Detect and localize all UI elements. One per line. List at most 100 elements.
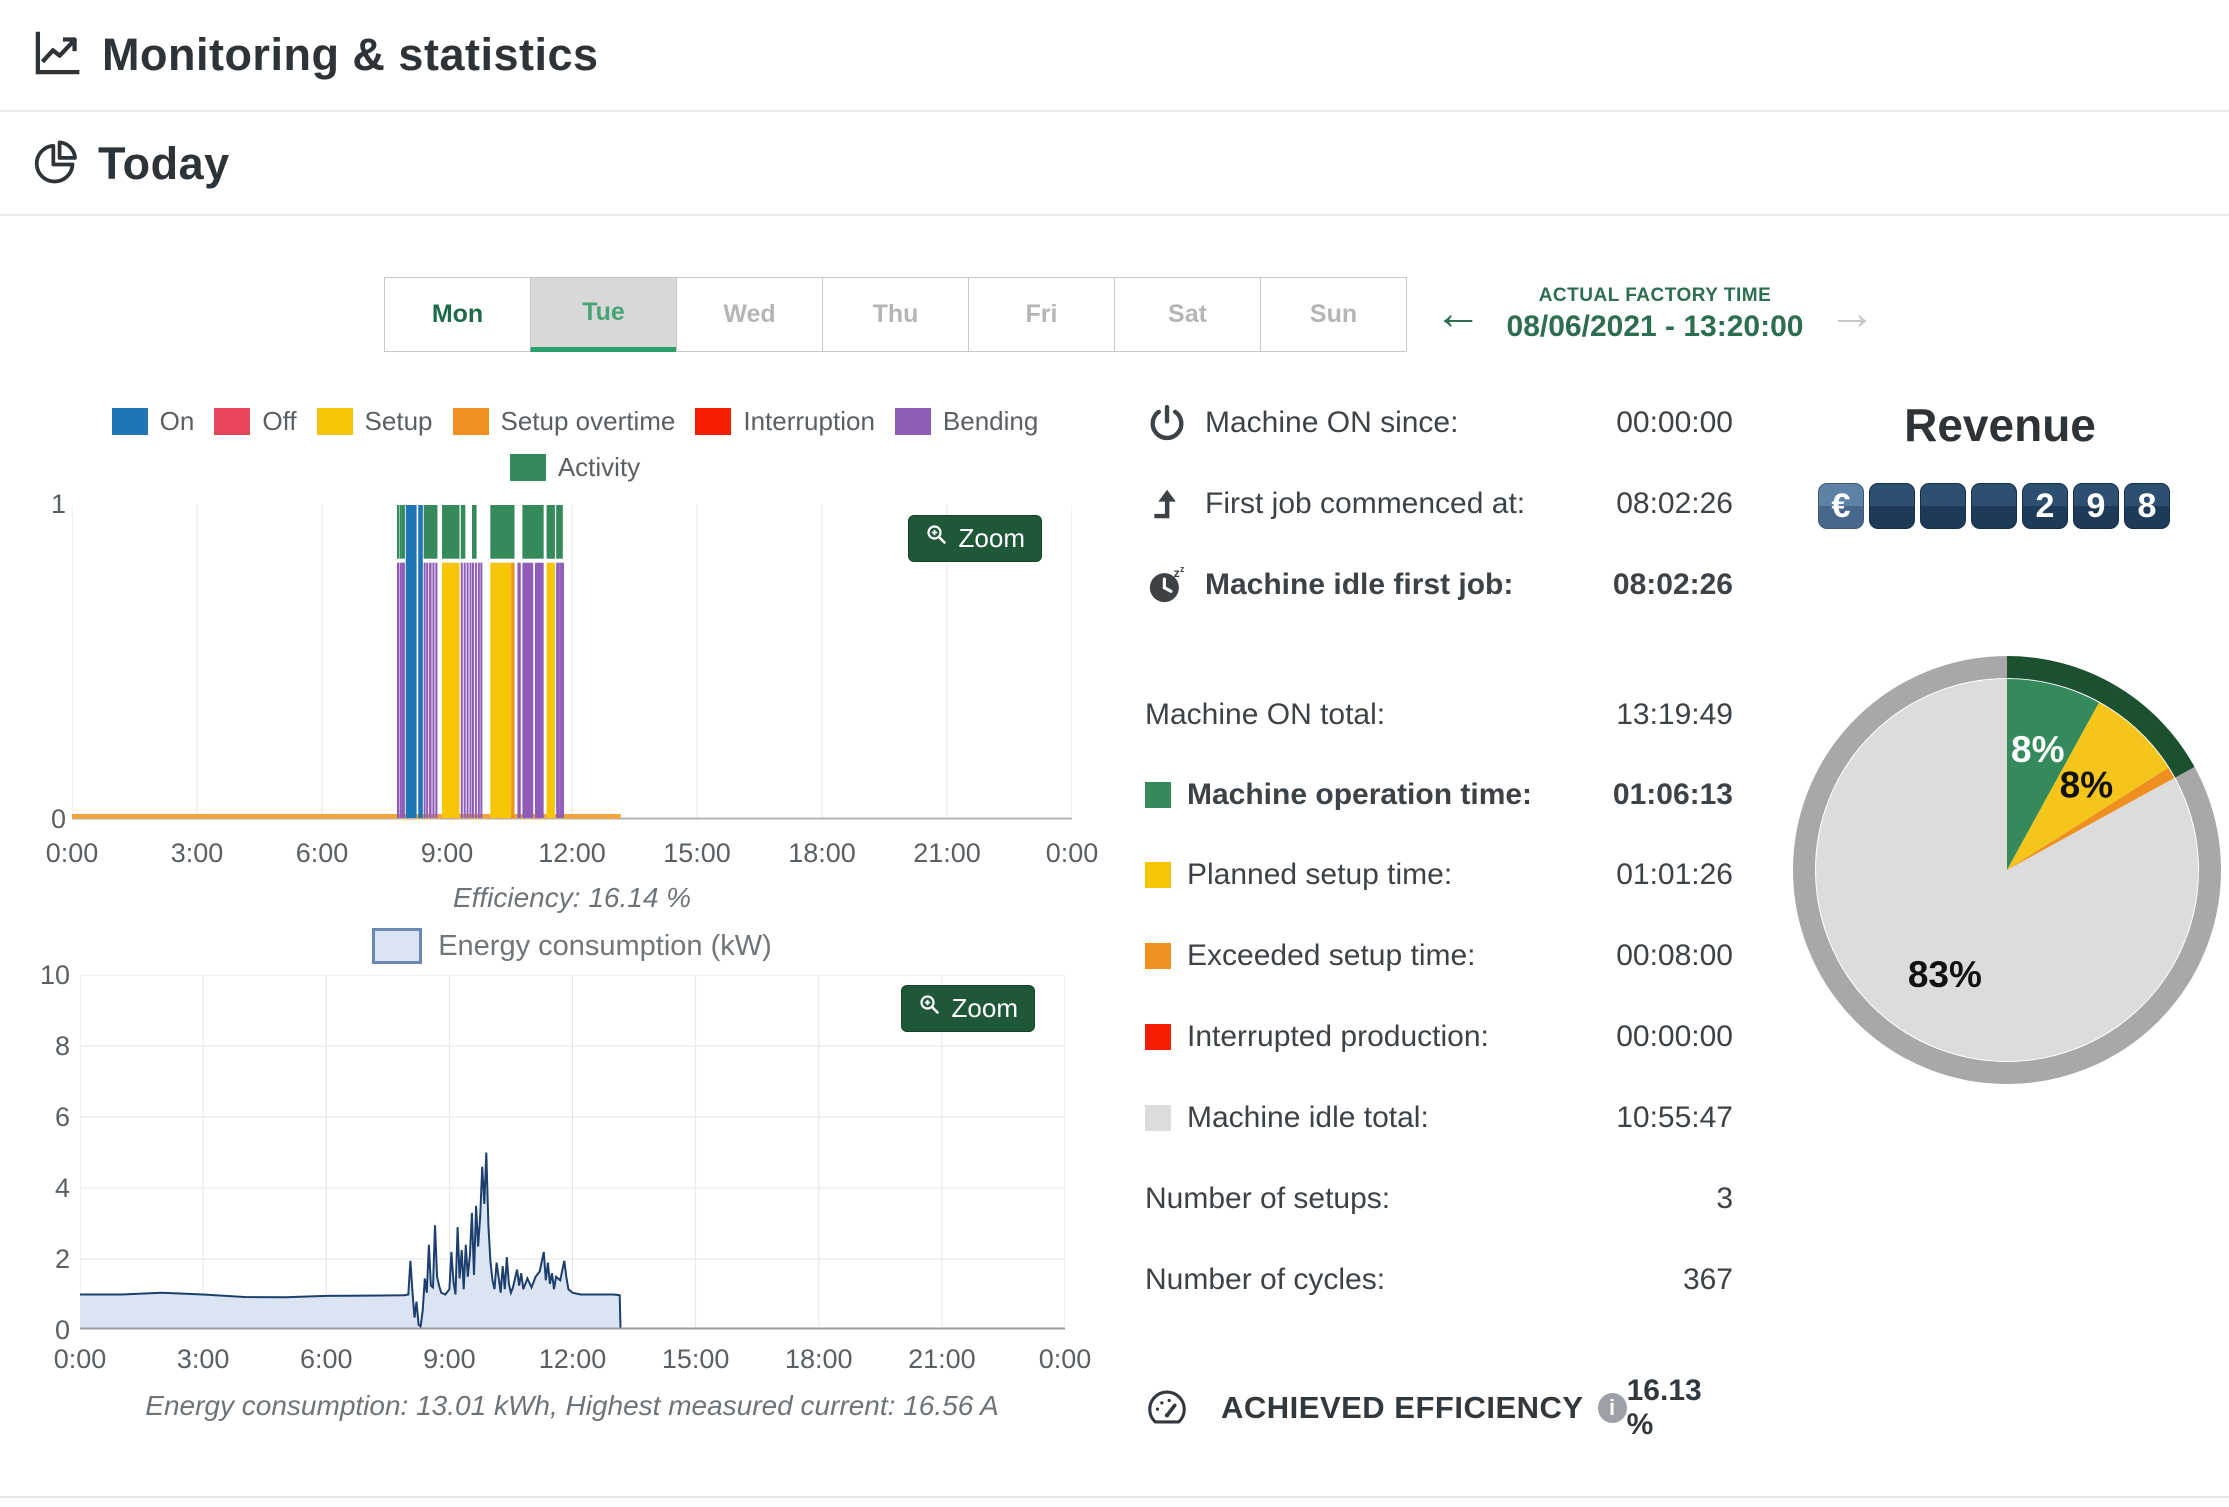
legend-swatch-off xyxy=(214,408,251,435)
legend-item-on[interactable]: On xyxy=(111,406,194,437)
stat-label: Exceeded setup time: xyxy=(1187,939,1476,972)
day-tab-sun[interactable]: Sun xyxy=(1260,277,1407,352)
legend-label-interruption: Interruption xyxy=(743,406,875,436)
stat-value: 01:01:26 xyxy=(1616,858,1733,891)
status-segment-on xyxy=(418,505,423,818)
zoom-button-label: Zoom xyxy=(958,523,1025,553)
time-distribution-pie-chart: 8% 8% 83% xyxy=(1782,645,2229,1095)
stat-label: First job commenced at: xyxy=(1205,487,1526,520)
magnifier-plus-icon xyxy=(925,523,949,554)
section-title: Today xyxy=(98,138,230,189)
x-tick: 3:00 xyxy=(170,838,224,868)
legend-item-off[interactable]: Off xyxy=(214,406,297,437)
magnifier-plus-icon xyxy=(918,993,942,1024)
stat-row-interrupted-production: Interrupted production: 00:00:00 xyxy=(1145,1012,1733,1062)
activity-segment xyxy=(460,505,466,559)
status-chart-plot[interactable]: Zoom xyxy=(71,505,1073,820)
stat-label: Machine idle total: xyxy=(1187,1101,1429,1134)
stat-row-machine-on-total: Machine ON total: 13:19:49 xyxy=(1145,690,1733,740)
factory-time-label: ACTUAL FACTORY TIME xyxy=(1538,285,1772,306)
x-tick: 15:00 xyxy=(663,838,731,868)
x-tick: 6:00 xyxy=(295,838,349,868)
energy-chart-y-axis: 10 8 6 4 2 0 xyxy=(30,960,70,1345)
x-tick: 0:00 xyxy=(1045,838,1099,868)
status-segment-bending xyxy=(460,562,463,818)
activity-segment xyxy=(442,505,460,559)
currency-tile: € xyxy=(1818,483,1864,529)
info-icon[interactable]: i xyxy=(1597,1393,1627,1423)
previous-day-arrow-icon[interactable]: ← xyxy=(1433,281,1483,347)
status-segment-bending xyxy=(401,562,405,818)
x-tick: 6:00 xyxy=(299,1344,353,1374)
status-segment-bending xyxy=(557,562,560,818)
status-segment-bending xyxy=(429,562,432,818)
status-segment-setup_overtime xyxy=(511,562,515,818)
status-segment-bending xyxy=(562,562,564,818)
revenue-digit-tile xyxy=(1920,483,1966,529)
page-title: Monitoring & statistics xyxy=(102,29,599,80)
energy-y-tick: 10 xyxy=(39,960,70,990)
zoom-button-label: Zoom xyxy=(951,993,1018,1023)
stat-value: 00:00:00 xyxy=(1616,406,1733,439)
x-tick: 0:00 xyxy=(1038,1344,1092,1374)
stat-label: Machine operation time: xyxy=(1187,778,1533,811)
x-tick: 18:00 xyxy=(788,838,856,868)
energy-y-tick: 4 xyxy=(54,1173,70,1203)
stat-row-first-job-commenced-at: First job commenced at: 08:02:26 xyxy=(1145,479,1733,529)
stat-color-swatch xyxy=(1145,1105,1171,1131)
status-legend-row-2: Activity xyxy=(60,452,1090,483)
legend-swatch-interruption xyxy=(695,408,732,435)
stat-value: 00:08:00 xyxy=(1616,939,1733,972)
x-tick: 9:00 xyxy=(420,838,474,868)
day-tab-wed[interactable]: Wed xyxy=(676,277,823,352)
day-tab-mon[interactable]: Mon xyxy=(384,277,531,352)
energy-chart-plot[interactable]: Zoom xyxy=(79,974,1066,1330)
day-tab-fri[interactable]: Fri xyxy=(968,277,1115,352)
revenue-digit-tile xyxy=(1869,483,1915,529)
day-tab-thu[interactable]: Thu xyxy=(822,277,969,352)
legend-swatch-setup xyxy=(316,408,353,435)
energy-legend-swatch xyxy=(372,928,423,964)
status-segment-bending xyxy=(559,562,562,818)
energy-y-tick: 6 xyxy=(54,1102,70,1132)
activity-segment xyxy=(423,505,438,559)
revenue-title: Revenue xyxy=(1904,399,2096,451)
energy-legend[interactable]: Energy consumption (kW) xyxy=(72,928,1072,964)
revenue-counter: €2 9 8 xyxy=(1818,483,2170,529)
day-tab-tue[interactable]: Tue xyxy=(530,277,677,352)
idle-clock-icon: zz xyxy=(1145,563,1189,607)
stat-row-machine-on-since: Machine ON since: 00:00:00 xyxy=(1145,398,1733,448)
status-legend-row-1: On Off Setup Setup overtime Interruption Bend… xyxy=(60,406,1090,437)
stat-label: Interrupted production: xyxy=(1187,1020,1489,1053)
legend-item-interruption[interactable]: Interruption xyxy=(695,406,875,437)
legend-item-setup[interactable]: Setup xyxy=(316,406,433,437)
stat-row-machine-idle-first-job: z z Machine idle first job: 08:02:26 xyxy=(1145,560,1733,610)
status-segment-bending xyxy=(426,562,429,818)
day-tab-sat[interactable]: Sat xyxy=(1114,277,1261,352)
legend-label-off: Off xyxy=(262,406,297,436)
stat-row-planned-setup-time: Planned setup time: 01:01:26 xyxy=(1145,850,1733,900)
next-day-arrow-icon[interactable]: → xyxy=(1827,281,1877,347)
status-segment-bending xyxy=(480,562,483,818)
legend-item-activity[interactable]: Activity xyxy=(509,452,640,483)
status-segment-bending xyxy=(435,562,438,818)
status-y-tick: 0 xyxy=(50,804,66,834)
energy-legend-label: Energy consumption (kW) xyxy=(438,929,772,962)
stat-value: 10:55:47 xyxy=(1616,1101,1733,1134)
energy-chart-zoom-button[interactable]: Zoom xyxy=(900,985,1035,1032)
today-pie-icon xyxy=(30,137,80,192)
x-tick: 21:00 xyxy=(908,1344,976,1374)
legend-item-setup_overtime[interactable]: Setup overtime xyxy=(452,406,675,437)
x-tick: 9:00 xyxy=(423,1344,476,1374)
legend-label-setup: Setup xyxy=(364,406,433,436)
pie-label: 8% xyxy=(2060,764,2113,805)
legend-item-bending[interactable]: Bending xyxy=(894,406,1038,437)
legend-swatch-setup_overtime xyxy=(452,408,489,435)
status-segment-bending xyxy=(469,562,472,818)
first-job-icon xyxy=(1145,482,1189,526)
stat-value: 13:19:49 xyxy=(1616,698,1733,731)
status-segment-setup xyxy=(442,562,460,818)
stat-color-swatch xyxy=(1145,1024,1171,1050)
status-chart-zoom-button[interactable]: Zoom xyxy=(907,515,1042,562)
status-segment-bending xyxy=(517,562,521,818)
